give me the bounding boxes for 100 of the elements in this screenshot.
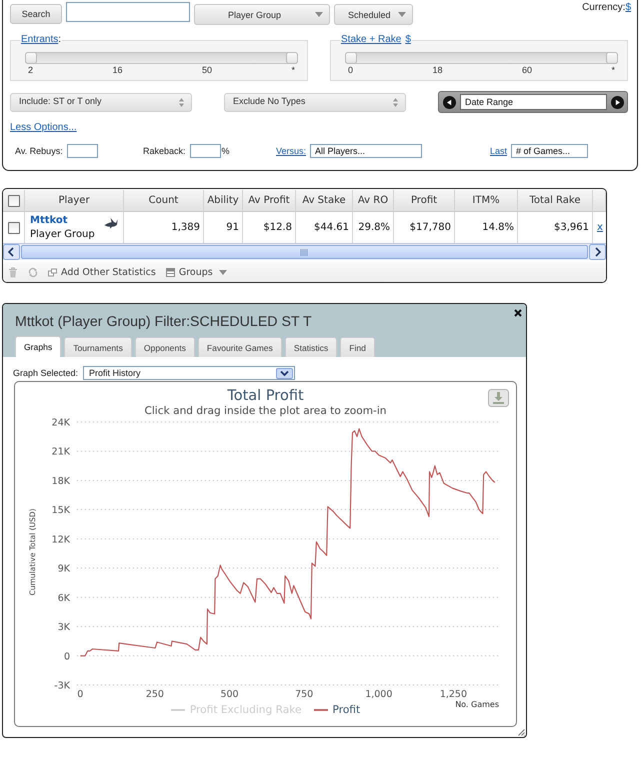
y-axis-label: 15K (52, 505, 70, 516)
checkbox[interactable] (8, 222, 20, 234)
y-axis-label: 3K (58, 622, 70, 634)
y-axis-label: 18K (52, 476, 70, 487)
y-axis-label: -3K (54, 680, 70, 692)
slider-title-link[interactable]: Stake + Rake (341, 34, 402, 45)
graph-select[interactable]: Profit History (83, 366, 296, 380)
slider-title-link[interactable]: Entrants (21, 34, 58, 45)
tab[interactable]: Find (340, 337, 375, 357)
dropdown[interactable]: Scheduled (334, 4, 413, 25)
filter-select[interactable]: Exclude No Types (224, 92, 406, 112)
y-axis-label: 12K (52, 534, 70, 546)
table-cell: $17,780 (410, 222, 451, 233)
column-header[interactable]: Av Profit (248, 195, 290, 206)
scrollbar-thumb[interactable] (21, 245, 588, 259)
legend-item[interactable]: Profit (314, 704, 360, 716)
sort-arrows-icon (393, 98, 398, 106)
tick-label: 18 (432, 65, 442, 76)
table-cell: $44.61 (314, 222, 349, 233)
chevron-down-icon (276, 368, 294, 378)
tab[interactable]: Tournaments (64, 337, 132, 357)
field-label-link[interactable]: Last (490, 146, 508, 156)
slider-handle[interactable] (25, 52, 37, 64)
tab[interactable]: Opponents (134, 337, 195, 357)
column-header[interactable]: Ability (207, 195, 239, 206)
caret-icon (315, 12, 323, 17)
column-header[interactable]: ITM% (472, 195, 500, 206)
less-options-link[interactable]: Less Options... (10, 122, 77, 133)
tab[interactable]: Statistics (284, 337, 338, 357)
column-header[interactable]: Av Stake (302, 195, 346, 206)
column-header[interactable]: Count (148, 195, 178, 206)
date-range-field[interactable]: Date Range (460, 94, 607, 110)
remove-link[interactable]: x (597, 222, 603, 233)
dialog-title: Mttkot (Player Group) Filter:SCHEDULED ST T (15, 313, 312, 331)
input-field[interactable] (66, 144, 98, 158)
table-cell: 29.8% (358, 222, 390, 233)
column-header[interactable]: Player (58, 195, 90, 206)
player-name-link[interactable]: Mttkot (30, 214, 68, 228)
tick-label: 0 (348, 65, 354, 76)
y-axis-label: 6K (58, 592, 70, 604)
tick-label: 2 (28, 65, 34, 76)
table-icon (166, 268, 175, 276)
player-group-text: Player Group (30, 228, 95, 242)
y-axis-label: 9K (58, 564, 70, 575)
add-window-icon (48, 268, 57, 276)
y-axis-label: 24K (52, 418, 70, 428)
x-axis-title: No. Games (455, 700, 500, 709)
trash-icon[interactable] (8, 266, 18, 278)
legend-line-icon (170, 709, 185, 711)
x-axis-label: 750 (295, 689, 314, 700)
dropdown[interactable]: Player Group (194, 4, 330, 25)
y-axis-label: 21K (52, 446, 70, 458)
x-axis-label: 500 (220, 689, 239, 700)
column-header[interactable]: Total Rake (530, 195, 580, 206)
shark-icon (104, 217, 118, 229)
tab[interactable]: Favourite Games (198, 337, 282, 357)
legend-line-icon (314, 709, 328, 711)
unit-label: % (222, 146, 230, 156)
title-colon: : (58, 34, 62, 45)
table-cell: 91 (226, 222, 239, 233)
x-axis-label: 250 (146, 689, 164, 700)
resize-grip-icon[interactable] (517, 728, 525, 736)
groups-button[interactable]: Groups (166, 266, 227, 278)
table-cell: $12.8 (263, 222, 292, 233)
caret-icon (218, 270, 227, 274)
input-field[interactable]: All Players... (310, 144, 422, 158)
slider-handle[interactable] (345, 52, 357, 64)
field-label: Av. Rebuys: (15, 146, 63, 156)
add-statistics-button[interactable]: Add Other Statistics (48, 266, 156, 278)
checkbox[interactable] (8, 194, 20, 206)
currency-link[interactable]: $ (405, 34, 411, 45)
slider-track[interactable] (345, 52, 618, 64)
search-field[interactable] (66, 2, 190, 22)
input-field[interactable]: # of Games... (511, 144, 588, 158)
search-button[interactable]: Search (10, 4, 62, 24)
x-axis-label: 0 (77, 689, 84, 700)
tick-label: 16 (112, 65, 122, 76)
column-header[interactable]: Profit (410, 195, 438, 206)
graph-selected-label: Graph Selected: (13, 368, 78, 378)
tick-label: 60 (522, 65, 532, 76)
field-label-link[interactable]: Versus: (276, 146, 306, 156)
slider-handle[interactable] (286, 52, 298, 64)
chart-title: Total Profit (227, 387, 304, 405)
caret-icon (398, 12, 406, 17)
input-field[interactable] (190, 144, 221, 158)
tick-label: * (611, 65, 615, 76)
filter-select[interactable]: Include: ST or T only (10, 92, 192, 112)
chart-subtitle: Click and drag inside the plot area to zoom-in (144, 405, 387, 418)
grip-icon (300, 248, 309, 256)
tick-label: 50 (202, 65, 212, 76)
slider-handle[interactable] (606, 52, 618, 64)
tab[interactable]: Graphs (15, 336, 62, 357)
currency-link[interactable]: $ (625, 2, 631, 13)
x-axis-label: 1,000 (365, 689, 392, 700)
column-header[interactable]: Av RO (358, 195, 388, 206)
download-icon[interactable] (488, 389, 509, 407)
slider-track[interactable] (25, 52, 298, 64)
field-label: Rakeback: (143, 146, 186, 156)
refresh-icon[interactable] (28, 266, 38, 278)
close-icon[interactable] (514, 309, 522, 317)
